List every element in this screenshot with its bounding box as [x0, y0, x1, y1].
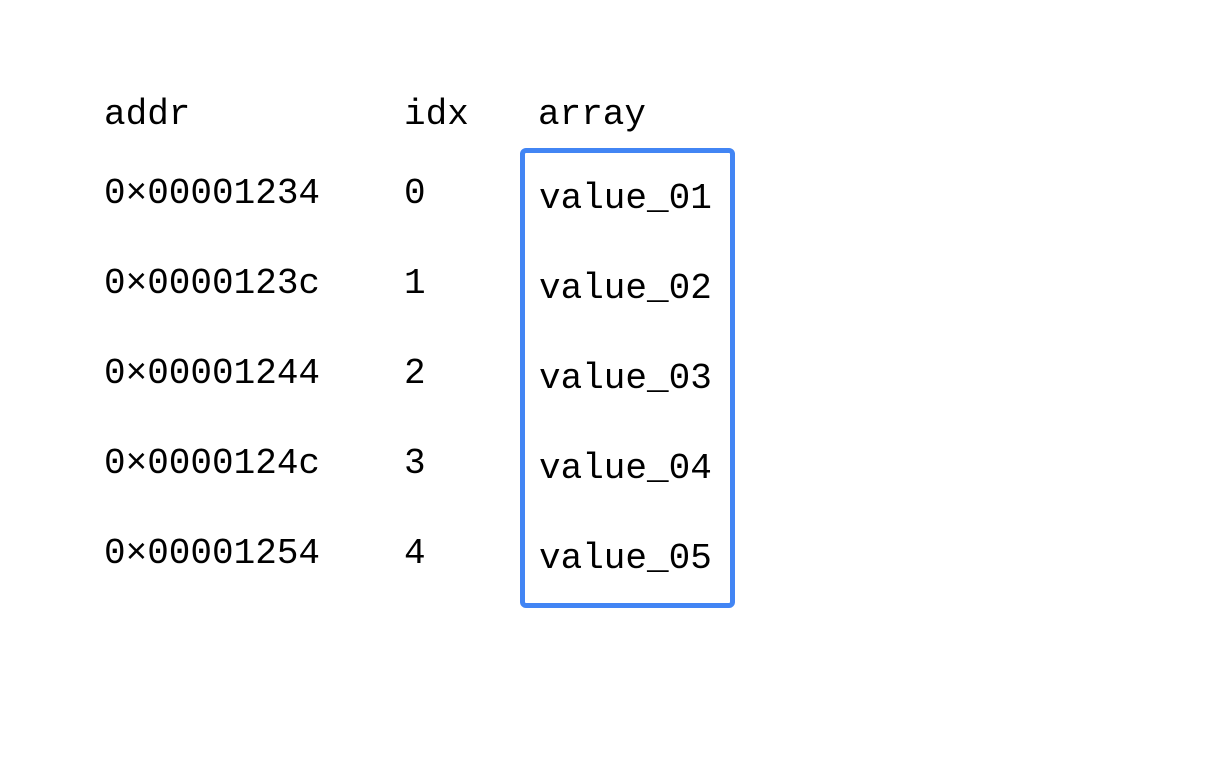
array-value-cell: value_05	[525, 513, 730, 603]
index-cell: 2	[400, 328, 520, 418]
address-cell: 0×00001244	[100, 328, 400, 418]
index-cell: 0	[400, 148, 520, 238]
index-column: idx 0 1 2 3 4	[400, 80, 520, 598]
index-header: idx	[400, 80, 520, 148]
index-cell: 3	[400, 418, 520, 508]
address-cell: 0×0000124c	[100, 418, 400, 508]
address-cell: 0×00001254	[100, 508, 400, 598]
memory-array-diagram: addr 0×00001234 0×0000123c 0×00001244 0×…	[100, 80, 1106, 608]
address-cell: 0×0000123c	[100, 238, 400, 328]
array-value-cell: value_03	[525, 333, 730, 423]
array-value-cell: value_02	[525, 243, 730, 333]
index-cell: 4	[400, 508, 520, 598]
address-header: addr	[100, 80, 400, 148]
array-box: value_01 value_02 value_03 value_04 valu…	[520, 148, 735, 608]
array-column: array value_01 value_02 value_03 value_0…	[520, 80, 735, 608]
array-value-cell: value_04	[525, 423, 730, 513]
array-value-cell: value_01	[525, 153, 730, 243]
address-column: addr 0×00001234 0×0000123c 0×00001244 0×…	[100, 80, 400, 598]
array-header: array	[520, 80, 735, 148]
index-cell: 1	[400, 238, 520, 328]
address-cell: 0×00001234	[100, 148, 400, 238]
